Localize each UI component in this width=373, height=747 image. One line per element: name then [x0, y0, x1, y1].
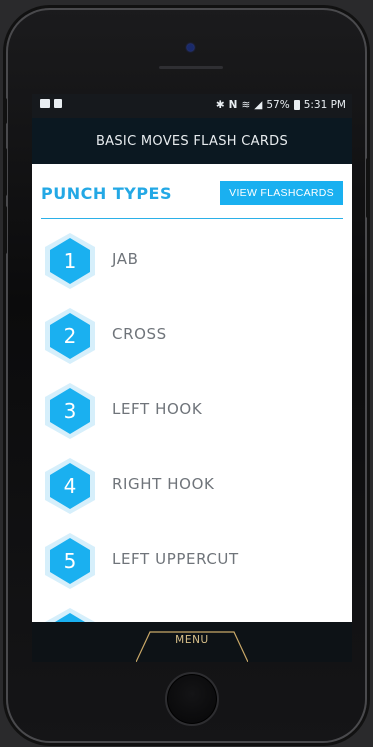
- nfc-icon: N: [228, 99, 238, 111]
- punch-list: 1 JAB 2 CROSS 3 LEFT HOOK 4 RIGHT HOOK 5…: [32, 228, 352, 622]
- view-flashcards-button[interactable]: VIEW FLASHCARDS: [220, 181, 343, 205]
- punch-label: RIGHT HOOK: [112, 475, 215, 493]
- punch-number: 3: [63, 399, 77, 423]
- clipboard-icon: [54, 99, 62, 108]
- punch-number: 5: [63, 549, 77, 573]
- volume-up-button: [3, 148, 7, 196]
- list-item[interactable]: 1 JAB: [32, 228, 352, 303]
- power-button: [366, 158, 370, 218]
- main-content[interactable]: PUNCH TYPES VIEW FLASHCARDS 1 JAB 2 CROS…: [32, 164, 352, 622]
- list-item[interactable]: 4 RIGHT HOOK: [32, 453, 352, 528]
- wifi-icon: ≋: [241, 99, 251, 111]
- menu-button[interactable]: MENU: [32, 634, 352, 646]
- status-time: 5:31 PM: [303, 99, 346, 111]
- list-item[interactable]: 2 CROSS: [32, 303, 352, 378]
- punch-label: LEFT HOOK: [112, 400, 203, 418]
- volume-down-button: [3, 206, 7, 254]
- battery-percent: 57%: [266, 99, 290, 111]
- home-button[interactable]: [165, 672, 219, 726]
- earpiece-speaker: [159, 66, 223, 69]
- punch-number: 4: [63, 474, 77, 498]
- list-item[interactable]: 3 LEFT HOOK: [32, 378, 352, 453]
- punch-label: LEFT UPPERCUT: [112, 550, 239, 568]
- section-header: PUNCH TYPES VIEW FLASHCARDS: [41, 174, 343, 219]
- section-title: PUNCH TYPES: [41, 184, 172, 203]
- app-title-bar: BASIC MOVES FLASH CARDS: [32, 118, 352, 164]
- bottom-bar: MENU: [32, 622, 352, 662]
- punch-number: 1: [63, 249, 77, 273]
- punch-label: CROSS: [112, 325, 167, 343]
- list-item-partial[interactable]: [32, 603, 352, 622]
- punch-number: 2: [63, 324, 77, 348]
- image-icon: [40, 99, 50, 108]
- battery-icon: [293, 100, 300, 110]
- screen: ✱ N ≋ ◢ 57% 5:31 PM BASIC MOVES FLASH CA…: [32, 94, 352, 662]
- list-item[interactable]: 5 LEFT UPPERCUT: [32, 528, 352, 603]
- status-bar: ✱ N ≋ ◢ 57% 5:31 PM: [32, 94, 352, 118]
- punch-label: JAB: [112, 250, 139, 268]
- mute-switch: [3, 98, 7, 124]
- bluetooth-icon: ✱: [215, 99, 225, 111]
- front-camera: [187, 44, 194, 51]
- hexagon-badge-icon: [45, 608, 95, 622]
- signal-icon: ◢: [254, 99, 263, 111]
- page-title: BASIC MOVES FLASH CARDS: [95, 133, 289, 149]
